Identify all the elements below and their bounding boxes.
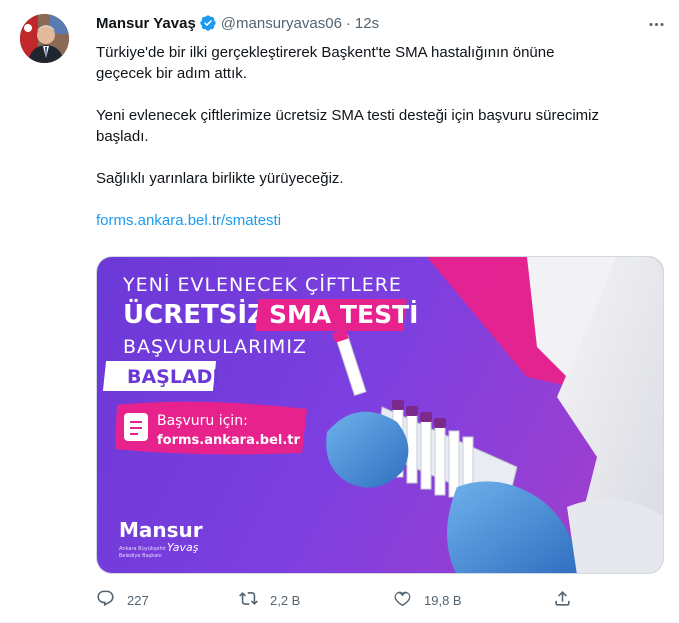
tweet-text: Türkiye'de bir ilki gerçekleştirerek Baş…	[96, 42, 666, 231]
media-logo-script: Yavaş	[167, 541, 199, 554]
verified-icon	[199, 14, 217, 32]
media-logo-name: Mansur	[119, 518, 203, 542]
tweet-header: Mansur Yavaş @mansuryavas06 · 12s	[96, 12, 379, 34]
like-count: 19,8 B	[424, 592, 462, 608]
reply-button[interactable]: 227	[96, 588, 149, 612]
avatar[interactable]	[20, 14, 69, 63]
share-button[interactable]	[553, 588, 572, 612]
share-icon	[553, 589, 572, 611]
author-handle[interactable]: @mansuryavas06	[221, 15, 342, 32]
tweet-link[interactable]: forms.ankara.bel.tr/smatesti	[96, 212, 281, 229]
like-button[interactable]: 19,8 B	[393, 588, 462, 612]
reply-count: 227	[127, 592, 149, 608]
media-headline-3: BAŞVURULARIMIZ	[123, 336, 307, 358]
tweet-media-image[interactable]: YENİ EVLENECEK ÇİFTLERE ÜCRETSİZ SMA TES…	[96, 256, 664, 574]
media-headline-1: YENİ EVLENECEK ÇİFTLERE	[122, 273, 402, 296]
author-name[interactable]: Mansur Yavaş	[96, 15, 196, 32]
media-headline-4: BAŞLADI	[127, 366, 220, 388]
more-icon[interactable]	[644, 14, 668, 34]
tweet-paragraph-2: Yeni evlenecek çiftlerimize ücretsiz SMA…	[96, 107, 599, 145]
media-headline-2a: ÜCRETSİZ	[123, 297, 266, 330]
tweet-paragraph-3: Sağlıklı yarınlara birlikte yürüyeceğiz.	[96, 170, 344, 187]
tweet-paragraph-1: Türkiye'de bir ilki gerçekleştirerek Baş…	[96, 44, 555, 82]
retweet-icon	[239, 589, 258, 611]
media-logo-sub-1: Ankara Büyükşehir	[119, 546, 167, 552]
tweet-time[interactable]: 12s	[355, 15, 379, 32]
tweet[interactable]: Mansur Yavaş @mansuryavas06 · 12s Türkiy…	[0, 0, 679, 623]
separator-dot: ·	[345, 14, 351, 32]
media-apply-label: Başvuru için:	[157, 413, 248, 429]
media-logo-sub-2: Belediye Başkanı	[119, 553, 162, 559]
like-icon	[393, 589, 412, 611]
retweet-button[interactable]: 2,2 B	[239, 588, 300, 612]
retweet-count: 2,2 B	[270, 592, 301, 608]
media-headline-2b: SMA TESTİ	[269, 299, 418, 329]
reply-icon	[96, 589, 115, 611]
tweet-actions: 227 2,2 B 19,8 B	[96, 588, 586, 612]
media-apply-url: forms.ankara.bel.tr	[157, 433, 301, 448]
